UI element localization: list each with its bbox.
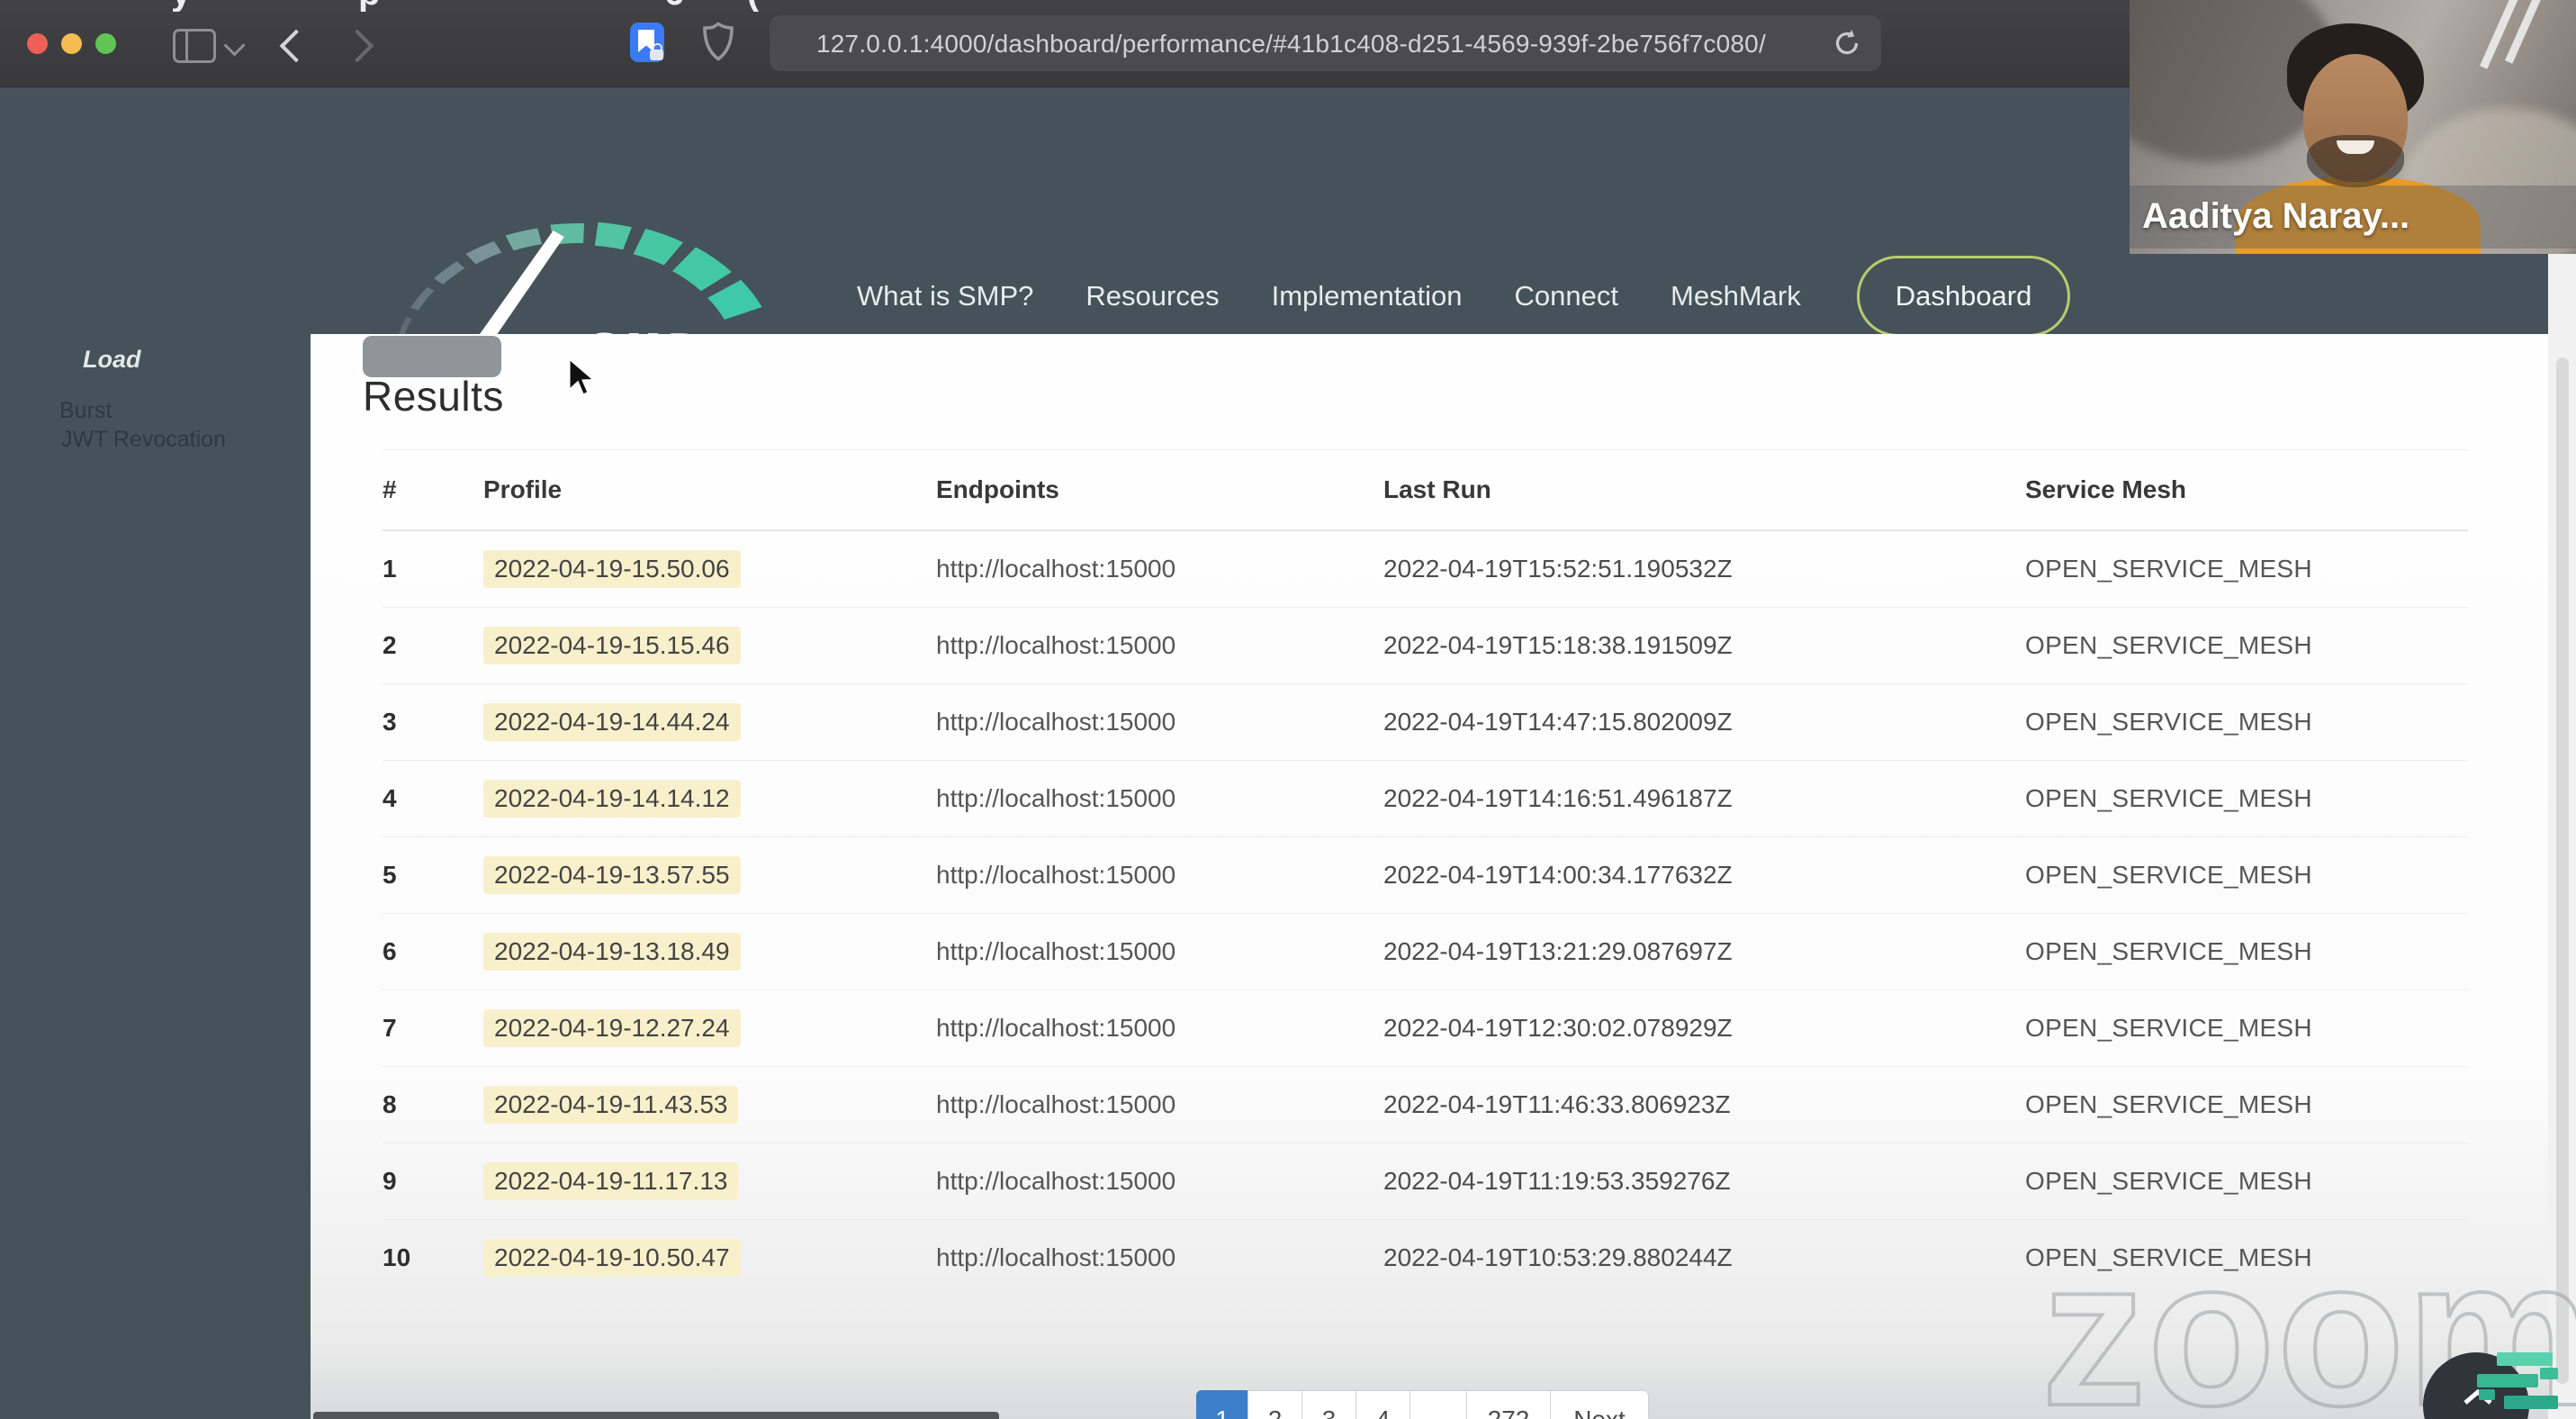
back-button[interactable] (279, 29, 313, 63)
col-header-lastrun: Last Run (1383, 475, 1491, 503)
vertical-scrollbar[interactable] (2548, 87, 2576, 1419)
horizontal-scrollbar-thumb[interactable] (313, 1412, 999, 1419)
title-fragment: p (358, 0, 380, 12)
page-button-next[interactable]: Next (1550, 1390, 1649, 1419)
dashboard-button[interactable]: Dashboard (1856, 256, 2071, 337)
webcam-video-tile[interactable]: Aaditya Naray... (2130, 0, 2576, 254)
nav-implementation[interactable]: Implementation (1272, 280, 1463, 312)
table-row[interactable]: 8 2022-04-19-11.43.53 http://localhost:1… (383, 1067, 2468, 1143)
table-row[interactable]: 7 2022-04-19-12.27.24 http://localhost:1… (383, 990, 2468, 1067)
col-header-mesh: Service Mesh (2025, 475, 2186, 503)
sidebar-item-jwt-revocation[interactable]: JWT Revocation (61, 427, 226, 453)
close-window-button[interactable] (27, 33, 48, 54)
page-button-3[interactable]: 3 (1302, 1390, 1356, 1419)
participant-name: Aaditya Naray... (2142, 196, 2410, 236)
page-button-272[interactable]: 272 (1466, 1390, 1551, 1419)
shield-extension-icon[interactable] (702, 22, 734, 66)
forward-button (340, 29, 374, 63)
maximize-window-button[interactable] (95, 33, 116, 54)
profile-link[interactable]: 2022-04-19-11.17.13 (483, 1162, 739, 1200)
table-row[interactable]: 2 2022-04-19-15.15.46 http://localhost:1… (383, 608, 2468, 684)
smp-s-logo-icon (2477, 1352, 2560, 1418)
page-title: Results (363, 373, 504, 420)
table-row[interactable]: 5 2022-04-19-13.57.55 http://localhost:1… (383, 837, 2468, 914)
profile-link[interactable]: 2022-04-19-13.18.49 (483, 933, 741, 971)
nav-resources[interactable]: Resources (1085, 280, 1219, 312)
page-button-1[interactable]: 1 (1196, 1390, 1248, 1419)
col-header-endpoints: Endpoints (936, 475, 1059, 503)
table-row[interactable]: 6 2022-04-19-13.18.49 http://localhost:1… (383, 914, 2468, 990)
mouse-cursor (565, 356, 603, 404)
table-header-row: # Profile Endpoints Last Run Service Mes… (383, 449, 2468, 531)
reload-icon[interactable] (1831, 27, 1863, 64)
profile-link[interactable]: 2022-04-19-15.50.06 (483, 550, 741, 588)
col-header-profile: Profile (483, 475, 563, 503)
table-row[interactable]: 4 2022-04-19-14.14.12 http://localhost:1… (383, 761, 2468, 837)
chevron-down-icon[interactable] (223, 34, 246, 57)
password-extension-icon[interactable] (630, 23, 664, 62)
profile-link[interactable]: 2022-04-19-14.14.12 (483, 780, 741, 818)
page-button-4[interactable]: 4 (1356, 1390, 1410, 1419)
nav-what-is-smp[interactable]: What is SMP? (857, 280, 1033, 312)
vertical-scrollbar-thumb[interactable] (2556, 357, 2569, 1384)
table-row[interactable]: 1 2022-04-19-15.50.06 http://localhost:1… (383, 531, 2468, 608)
profile-link[interactable]: 2022-04-19-12.27.24 (483, 1009, 741, 1047)
profile-link[interactable]: 2022-04-19-11.43.53 (483, 1086, 739, 1124)
page-button-2[interactable]: 2 (1247, 1390, 1302, 1419)
profile-link[interactable]: 2022-04-19-14.44.24 (483, 703, 741, 741)
address-bar[interactable]: 127.0.0.1:4000/dashboard/performance/#41… (770, 15, 1881, 71)
nav-connect[interactable]: Connect (1515, 280, 1618, 312)
participant-name-bar: Aaditya Naray... (2130, 185, 2576, 249)
title-fragment: y (171, 0, 191, 12)
browser-sidebar-icon[interactable] (173, 29, 216, 63)
nav-meshmark[interactable]: MeshMark (1671, 280, 1801, 312)
profile-link[interactable]: 2022-04-19-13.57.55 (483, 856, 741, 894)
table-row[interactable]: 3 2022-04-19-14.44.24 http://localhost:1… (383, 684, 2468, 761)
pagination: 1 2 3 4 272 Next (1196, 1390, 1649, 1419)
page-button-ellipsis[interactable] (1410, 1390, 1467, 1419)
profile-link[interactable]: 2022-04-19-15.15.46 (483, 627, 741, 664)
sidebar-item-load[interactable]: Load (83, 346, 141, 374)
minimize-window-button[interactable] (61, 33, 82, 54)
screen: 127.0.0.1:4000/dashboard/performance/#41… (0, 0, 2576, 1419)
title-fragment: ( (747, 0, 759, 12)
main-nav: What is SMP? Resources Implementation Co… (857, 254, 2071, 339)
url-text[interactable]: 127.0.0.1:4000/dashboard/performance/#41… (816, 30, 1766, 59)
title-fragment: 6 (664, 0, 684, 12)
table-row[interactable]: 9 2022-04-19-11.17.13 http://localhost:1… (383, 1143, 2468, 1220)
col-header-index: # (383, 475, 397, 503)
results-table: # Profile Endpoints Last Run Service Mes… (383, 449, 2468, 1297)
lock-icon (650, 43, 663, 60)
sidebar-item-burst[interactable]: Burst (59, 398, 112, 424)
profile-link[interactable]: 2022-04-19-10.50.47 (483, 1239, 741, 1277)
